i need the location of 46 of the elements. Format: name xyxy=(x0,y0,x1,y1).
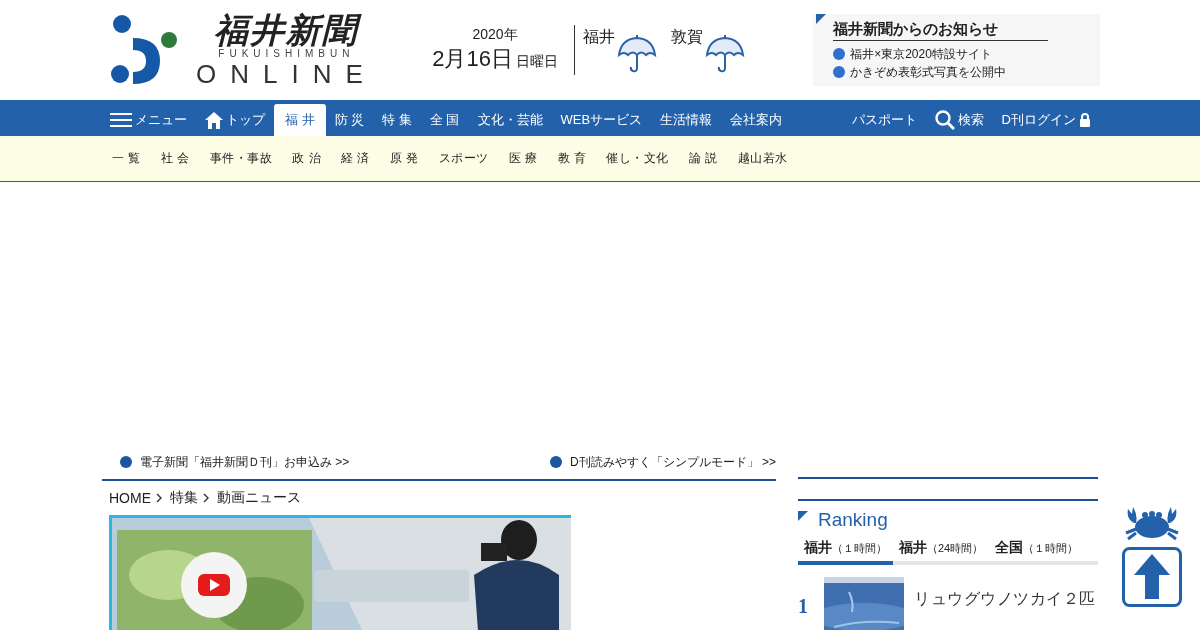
nav-tab[interactable]: 特 集 xyxy=(373,104,421,136)
logo-wordmark: ONLINE xyxy=(196,60,377,88)
ranking-tab[interactable]: 全国（１時間） xyxy=(989,535,1085,565)
category-link[interactable]: スポーツ xyxy=(438,150,489,167)
category-link[interactable]: 政 治 xyxy=(292,150,322,167)
category-link[interactable]: 催し・文化 xyxy=(606,150,669,167)
logo-subtitle: FUKUISHIMBUN xyxy=(218,48,355,60)
date-year: 2020年 xyxy=(472,26,518,44)
promo-link[interactable]: 電子新聞「福井新聞Ｄ刊」お申込み >> xyxy=(140,453,350,471)
nav-tab[interactable]: WEBサービス xyxy=(551,104,652,136)
date-weekday: 日曜日 xyxy=(515,53,558,69)
nav-link[interactable]: 検索 xyxy=(925,104,993,136)
nav-tab[interactable]: 文化・芸能 xyxy=(468,104,552,136)
nav-tab[interactable]: 会社案内 xyxy=(721,104,792,136)
menu-button[interactable]: メニュー xyxy=(100,104,196,136)
category-link[interactable]: 経 済 xyxy=(341,150,370,167)
nav-tab[interactable]: 全 国 xyxy=(420,104,469,136)
weather-city: 福井 xyxy=(583,27,616,47)
category-link[interactable]: 医 療 xyxy=(508,150,538,167)
nav-tab[interactable]: 防 災 xyxy=(325,104,374,136)
nav-tab[interactable]: 生活情報 xyxy=(651,104,722,136)
breadcrumb-link[interactable]: HOME xyxy=(109,490,151,506)
ranking-tab[interactable]: 福井（24時間） xyxy=(893,535,990,565)
weather-city: 敦賀 xyxy=(671,27,704,47)
category-link[interactable]: 一 覧 xyxy=(112,150,141,167)
article-link[interactable]: リュウグウノツカイ２匹 xyxy=(914,589,1096,610)
rank-number: 1 xyxy=(798,595,809,617)
notice-link[interactable]: 福井×東京2020特設サイト xyxy=(850,45,992,63)
ranking-tab[interactable]: 福井（１時間） xyxy=(798,535,893,565)
breadcrumb-link[interactable]: 特集 xyxy=(170,489,198,507)
category-link[interactable]: 越山若水 xyxy=(737,150,788,167)
notice-link[interactable]: かきぞめ表彰式写真を公開中 xyxy=(850,63,1007,81)
category-link[interactable]: 事件・事故 xyxy=(209,150,273,167)
ranking-title: Ranking xyxy=(818,509,888,531)
promo-link[interactable]: D刊読みやすく「シンプルモード」 >> xyxy=(570,453,776,471)
notice-title: 福井新聞からのお知らせ xyxy=(833,20,1049,41)
nav-link[interactable]: D刊ログイン xyxy=(992,104,1100,136)
nav-tab[interactable]: トップ xyxy=(196,104,274,136)
date-day: 2月16日 xyxy=(432,46,513,71)
nav-link[interactable]: パスポート xyxy=(842,104,926,136)
category-link[interactable]: 原 発 xyxy=(389,150,419,167)
category-link[interactable]: 社 会 xyxy=(160,150,190,167)
category-link[interactable]: 教 育 xyxy=(557,150,587,167)
breadcrumb-link[interactable]: 動画ニュース xyxy=(217,489,301,507)
category-link[interactable]: 論 説 xyxy=(688,150,718,167)
nav-tab[interactable]: 福 井 xyxy=(274,104,326,136)
